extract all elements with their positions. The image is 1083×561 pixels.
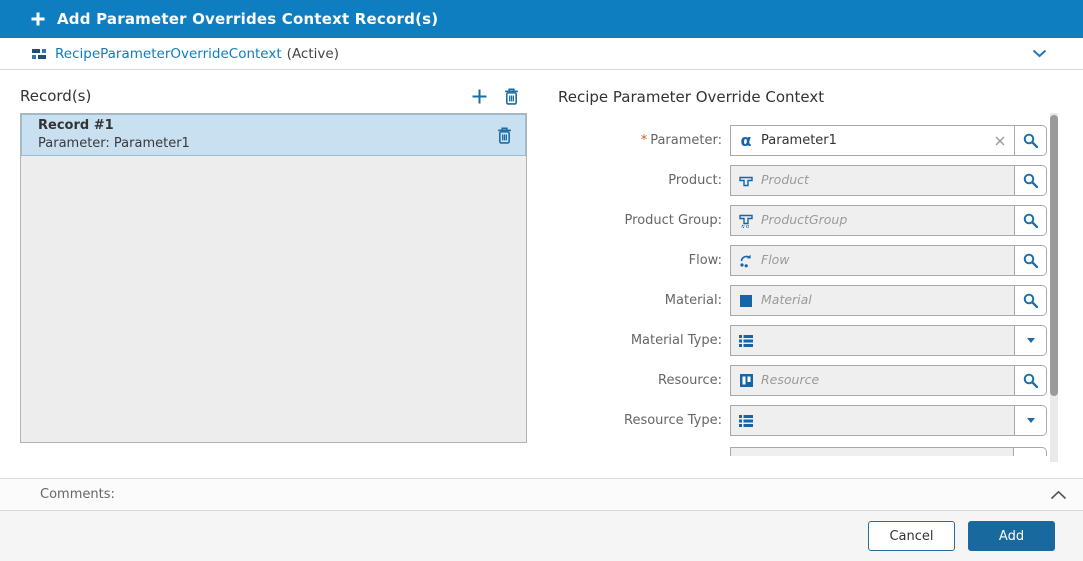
required-asterisk: * (640, 133, 648, 148)
resource-type-dropdown-control (730, 405, 1047, 436)
product-search-button[interactable] (1014, 166, 1046, 195)
comments-bar: Comments: (0, 478, 1083, 510)
flow-label: Flow: (688, 253, 722, 268)
delete-record-button[interactable] (497, 126, 512, 144)
footer-bar: Cancel Add (0, 510, 1083, 561)
product-lookup-control (730, 165, 1047, 196)
product-group-input[interactable] (761, 206, 1014, 235)
material-label: Material: (664, 293, 722, 308)
record-subtitle: Parameter: Parameter1 (38, 136, 190, 151)
delete-records-button[interactable] (504, 87, 519, 105)
form-row-material-type: Material Type: (558, 325, 1047, 356)
material-icon (731, 286, 761, 315)
material-search-button[interactable] (1014, 286, 1046, 315)
product-input[interactable] (761, 166, 1014, 195)
form-row-partial (730, 447, 1047, 456)
material-type-input[interactable] (761, 326, 1014, 355)
flow-lookup-control (730, 245, 1047, 276)
cancel-button[interactable]: Cancel (868, 521, 955, 551)
form-row-product: Product: (558, 165, 1047, 196)
list-icon (731, 406, 761, 435)
caret-down-icon (1026, 338, 1035, 343)
resource-type-label: Resource Type: (624, 413, 722, 428)
resource-label: Resource: (658, 373, 722, 388)
resource-type-input[interactable] (761, 406, 1014, 435)
material-type-dropdown-button[interactable] (1014, 326, 1046, 355)
form-scrollbar-thumb[interactable] (1050, 115, 1058, 396)
dialog-title-bar: Add Parameter Overrides Context Record(s… (0, 0, 1083, 38)
product-group-icon (731, 206, 761, 235)
form-row-material: Material: (558, 285, 1047, 316)
product-group-label: Product Group: (624, 213, 722, 228)
resource-search-button[interactable] (1014, 366, 1046, 395)
dialog-title: Add Parameter Overrides Context Record(s… (57, 10, 439, 28)
flow-icon (731, 246, 761, 275)
records-list: Record #1 Parameter: Parameter1 (20, 113, 527, 443)
entity-status: (Active) (286, 45, 339, 62)
add-plus-icon (30, 11, 46, 27)
record-list-item[interactable]: Record #1 Parameter: Parameter1 (21, 114, 526, 156)
comments-label: Comments: (40, 487, 115, 502)
resource-lookup-control (730, 365, 1047, 396)
form-row-flow: Flow: (558, 245, 1047, 276)
material-type-label: Material Type: (630, 333, 722, 348)
flow-input[interactable] (761, 246, 1014, 275)
form-row-product-group: Product Group: (558, 205, 1047, 236)
material-input[interactable] (761, 286, 1014, 315)
records-header: Record(s) (20, 84, 527, 108)
resource-type-dropdown-button[interactable] (1014, 406, 1046, 435)
parameter-lookup-control: α (730, 125, 1047, 156)
add-button[interactable]: Add (968, 521, 1055, 551)
parameter-input[interactable] (761, 126, 986, 155)
parameter-search-button[interactable] (1014, 126, 1046, 155)
product-group-search-button[interactable] (1014, 206, 1046, 235)
parameter-label: * Parameter: (640, 133, 722, 148)
form-row-parameter: * Parameter: α (558, 125, 1047, 156)
product-icon (731, 166, 761, 195)
form-title: Recipe Parameter Override Context (558, 88, 825, 106)
caret-down-icon (1026, 418, 1035, 423)
entity-name: RecipeParameterOverrideContext (55, 45, 282, 62)
flow-search-button[interactable] (1014, 246, 1046, 275)
material-type-dropdown-control (730, 325, 1047, 356)
entity-header-bar: RecipeParameterOverrideContext (Active) (0, 38, 1083, 70)
add-record-button[interactable] (471, 88, 488, 105)
record-title: Record #1 (38, 117, 114, 133)
records-title: Record(s) (20, 87, 92, 105)
form-row-resource-type: Resource Type: (558, 405, 1047, 436)
form-row-resource: Resource: (558, 365, 1047, 396)
chevron-up-icon[interactable] (1050, 490, 1067, 500)
resource-icon (731, 366, 761, 395)
product-label: Product: (668, 173, 722, 188)
entity-icon (32, 48, 46, 60)
list-icon (731, 326, 761, 355)
partial-control (730, 447, 1047, 456)
alpha-icon: α (740, 130, 752, 150)
chevron-down-icon[interactable] (1032, 49, 1047, 58)
material-lookup-control (730, 285, 1047, 316)
product-group-lookup-control (730, 205, 1047, 236)
resource-input[interactable] (761, 366, 1014, 395)
clear-icon[interactable] (986, 126, 1014, 155)
